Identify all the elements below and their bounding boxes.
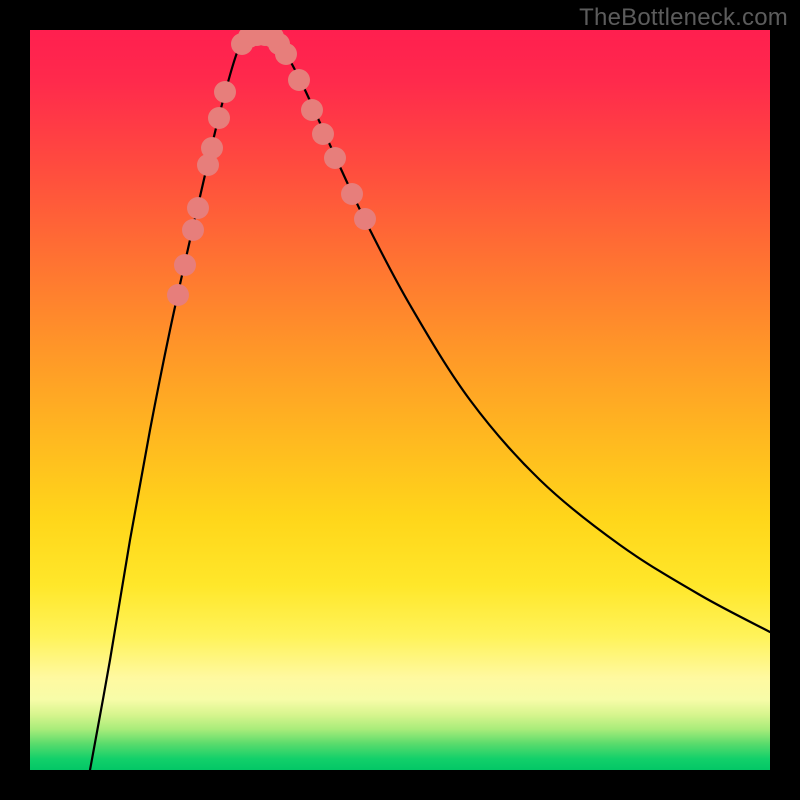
chart-frame: TheBottleneck.com xyxy=(0,0,800,800)
marker-left-1 xyxy=(174,254,196,276)
markers-layer xyxy=(30,30,770,770)
marker-left-7 xyxy=(214,81,236,103)
marker-right-7 xyxy=(354,208,376,230)
marker-left-6 xyxy=(208,107,230,129)
plot-area xyxy=(30,30,770,770)
marker-left-0 xyxy=(167,284,189,306)
marker-right-6 xyxy=(341,183,363,205)
marker-right-3 xyxy=(301,99,323,121)
marker-right-4 xyxy=(312,123,334,145)
marker-right-5 xyxy=(324,147,346,169)
marker-right-2 xyxy=(288,69,310,91)
marker-left-5 xyxy=(201,137,223,159)
watermark-text: TheBottleneck.com xyxy=(579,4,788,32)
marker-left-3 xyxy=(187,197,209,219)
marker-left-2 xyxy=(182,219,204,241)
